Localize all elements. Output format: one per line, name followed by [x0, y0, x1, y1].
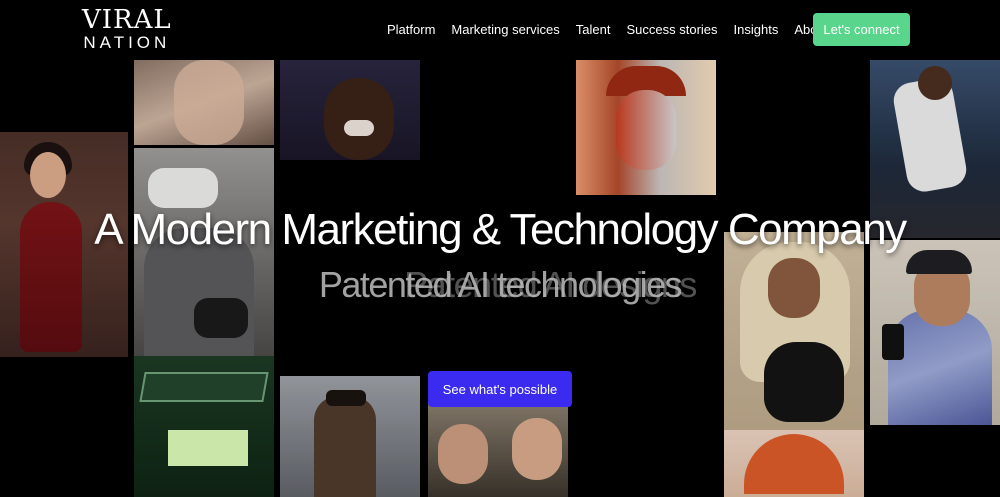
- viral-nation-logo[interactable]: VIRAL NATION: [82, 7, 172, 51]
- nav-item-platform[interactable]: Platform: [387, 22, 435, 37]
- nav-item-talent[interactable]: Talent: [576, 22, 611, 37]
- logo-wordmark-bottom: NATION: [83, 33, 171, 52]
- see-whats-possible-button[interactable]: See what's possible: [428, 371, 572, 407]
- main-nav: Platform Marketing services Talent Succe…: [387, 22, 844, 37]
- lets-connect-button[interactable]: Let's connect: [813, 13, 910, 46]
- hero-rotating-subtitle: Patented AI designs Patented AI technolo…: [0, 264, 1000, 308]
- logo-wordmark-top: VIRAL: [82, 5, 172, 35]
- nav-item-marketing-services[interactable]: Marketing services: [451, 22, 559, 37]
- nav-item-success-stories[interactable]: Success stories: [626, 22, 717, 37]
- hero-subtitle-current: Patented AI technologies: [318, 264, 683, 305]
- hero-title: A Modern Marketing & Technology Company: [94, 205, 907, 254]
- nav-item-insights[interactable]: Insights: [734, 22, 779, 37]
- page: VIRAL NATION Platform Marketing services…: [0, 0, 1000, 497]
